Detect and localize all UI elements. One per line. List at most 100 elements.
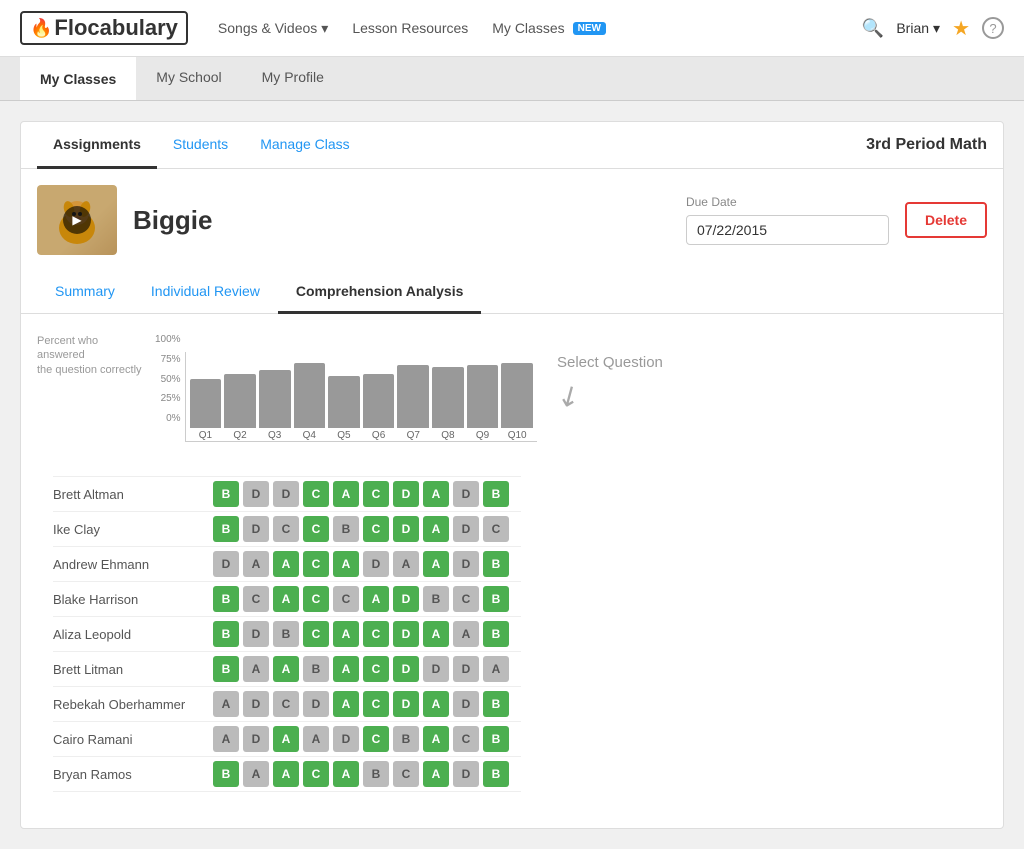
answer-cell[interactable]: B: [483, 621, 509, 647]
answer-cell[interactable]: C: [453, 586, 479, 612]
answer-cell[interactable]: B: [333, 516, 359, 542]
tab-students[interactable]: Students: [157, 122, 244, 169]
answer-cell[interactable]: A: [333, 691, 359, 717]
chart-bar-q1[interactable]: Q1: [190, 379, 222, 442]
answer-cell[interactable]: A: [273, 726, 299, 752]
help-icon[interactable]: ?: [982, 17, 1004, 39]
answer-cell[interactable]: A: [273, 586, 299, 612]
answer-cell[interactable]: B: [213, 586, 239, 612]
answer-cell[interactable]: D: [243, 481, 269, 507]
favorites-star-icon[interactable]: ★: [952, 16, 970, 41]
answer-cell[interactable]: D: [243, 726, 269, 752]
due-date-input[interactable]: [686, 215, 889, 245]
tab-comprehension-analysis[interactable]: Comprehension Analysis: [278, 271, 482, 314]
answer-cell[interactable]: A: [333, 761, 359, 787]
answer-cell[interactable]: A: [423, 621, 449, 647]
answer-cell[interactable]: A: [273, 656, 299, 682]
answer-cell[interactable]: B: [483, 586, 509, 612]
answer-cell[interactable]: A: [333, 481, 359, 507]
answer-cell[interactable]: A: [423, 691, 449, 717]
answer-cell[interactable]: C: [363, 691, 389, 717]
answer-cell[interactable]: C: [303, 481, 329, 507]
answer-cell[interactable]: B: [483, 726, 509, 752]
answer-cell[interactable]: C: [303, 761, 329, 787]
answer-cell[interactable]: C: [363, 726, 389, 752]
sub-nav-my-classes[interactable]: My Classes: [20, 57, 136, 100]
answer-cell[interactable]: D: [303, 691, 329, 717]
answer-cell[interactable]: B: [213, 481, 239, 507]
answer-cell[interactable]: D: [393, 621, 419, 647]
answer-cell[interactable]: D: [453, 481, 479, 507]
sub-nav-my-profile[interactable]: My Profile: [242, 57, 344, 100]
answer-cell[interactable]: B: [213, 761, 239, 787]
answer-cell[interactable]: C: [273, 516, 299, 542]
answer-cell[interactable]: A: [243, 551, 269, 577]
chart-bar-q9[interactable]: Q9: [467, 365, 499, 441]
answer-cell[interactable]: A: [213, 691, 239, 717]
nav-songs-videos[interactable]: Songs & Videos ▾: [218, 20, 328, 37]
answer-cell[interactable]: A: [243, 761, 269, 787]
answer-cell[interactable]: C: [333, 586, 359, 612]
nav-lesson-resources[interactable]: Lesson Resources: [352, 20, 468, 36]
answer-cell[interactable]: C: [363, 621, 389, 647]
answer-cell[interactable]: D: [273, 481, 299, 507]
chart-bar-q5[interactable]: Q5: [328, 376, 360, 441]
answer-cell[interactable]: A: [243, 656, 269, 682]
answer-cell[interactable]: B: [273, 621, 299, 647]
tab-individual-review[interactable]: Individual Review: [133, 271, 278, 314]
answer-cell[interactable]: A: [423, 481, 449, 507]
answer-cell[interactable]: D: [243, 516, 269, 542]
answer-cell[interactable]: C: [303, 621, 329, 647]
answer-cell[interactable]: D: [393, 481, 419, 507]
answer-cell[interactable]: B: [213, 656, 239, 682]
answer-cell[interactable]: D: [363, 551, 389, 577]
chart-bar-q7[interactable]: Q7: [397, 365, 429, 441]
answer-cell[interactable]: D: [213, 551, 239, 577]
answer-cell[interactable]: A: [483, 656, 509, 682]
answer-cell[interactable]: C: [303, 586, 329, 612]
answer-cell[interactable]: C: [273, 691, 299, 717]
tab-assignments[interactable]: Assignments: [37, 122, 157, 169]
answer-cell[interactable]: D: [393, 691, 419, 717]
answer-cell[interactable]: B: [393, 726, 419, 752]
answer-cell[interactable]: B: [213, 516, 239, 542]
answer-cell[interactable]: A: [303, 726, 329, 752]
answer-cell[interactable]: A: [333, 656, 359, 682]
answer-cell[interactable]: C: [363, 481, 389, 507]
chart-bar-q10[interactable]: Q10: [501, 363, 533, 441]
answer-cell[interactable]: C: [303, 551, 329, 577]
answer-cell[interactable]: B: [483, 551, 509, 577]
answer-cell[interactable]: A: [393, 551, 419, 577]
answer-cell[interactable]: B: [423, 586, 449, 612]
answer-cell[interactable]: C: [303, 516, 329, 542]
answer-cell[interactable]: D: [393, 656, 419, 682]
answer-cell[interactable]: C: [393, 761, 419, 787]
answer-cell[interactable]: B: [483, 761, 509, 787]
chart-bar-q3[interactable]: Q3: [259, 370, 291, 442]
answer-cell[interactable]: A: [333, 551, 359, 577]
tab-manage-class[interactable]: Manage Class: [244, 122, 366, 169]
answer-cell[interactable]: B: [483, 691, 509, 717]
answer-cell[interactable]: C: [453, 726, 479, 752]
user-menu[interactable]: Brian ▾: [896, 20, 940, 37]
answer-cell[interactable]: D: [453, 551, 479, 577]
chart-bar-q8[interactable]: Q8: [432, 367, 464, 441]
nav-my-classes[interactable]: My Classes NEW: [492, 20, 606, 36]
answer-cell[interactable]: A: [423, 516, 449, 542]
answer-cell[interactable]: C: [363, 516, 389, 542]
chart-bar-q2[interactable]: Q2: [224, 374, 256, 441]
assignment-thumbnail[interactable]: ▶: [37, 185, 117, 255]
tab-summary[interactable]: Summary: [37, 271, 133, 314]
delete-button[interactable]: Delete: [905, 202, 987, 238]
answer-cell[interactable]: D: [423, 656, 449, 682]
answer-cell[interactable]: C: [243, 586, 269, 612]
answer-cell[interactable]: A: [273, 551, 299, 577]
answer-cell[interactable]: A: [453, 621, 479, 647]
answer-cell[interactable]: A: [423, 761, 449, 787]
answer-cell[interactable]: C: [363, 656, 389, 682]
answer-cell[interactable]: A: [273, 761, 299, 787]
answer-cell[interactable]: A: [363, 586, 389, 612]
answer-cell[interactable]: A: [423, 726, 449, 752]
answer-cell[interactable]: A: [423, 551, 449, 577]
play-button[interactable]: ▶: [63, 206, 91, 234]
